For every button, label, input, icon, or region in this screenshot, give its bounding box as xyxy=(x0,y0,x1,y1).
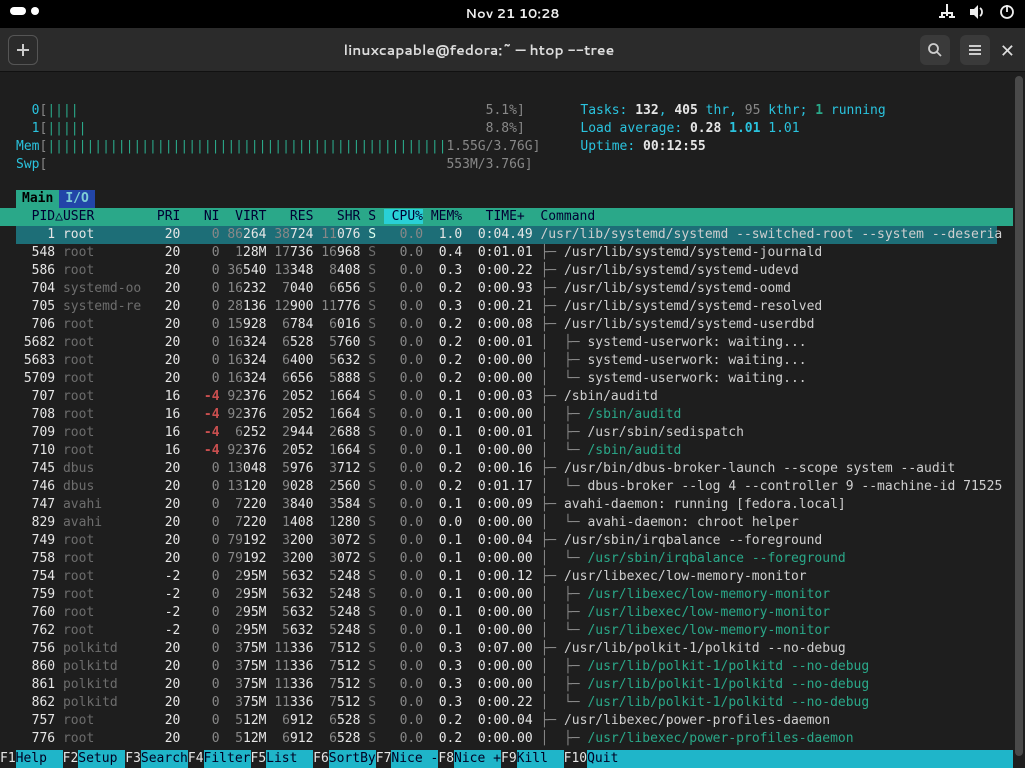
terminal-scrollbar-thumb[interactable] xyxy=(1015,76,1023,756)
process-row[interactable]: 747 avahi 20 0 7220 3840 3584 S 0.0 0.1 … xyxy=(16,496,997,514)
process-row[interactable]: 758 root 20 0 79192 3200 3072 S 0.0 0.1 … xyxy=(16,550,997,568)
power-icon xyxy=(999,4,1015,20)
flabel-F1[interactable]: Help xyxy=(16,750,63,768)
process-row[interactable]: 756 polkitd 20 0 375M 11336 7512 S 0.0 0… xyxy=(16,640,997,658)
menu-button[interactable] xyxy=(960,35,990,65)
flabel-F5[interactable]: List xyxy=(266,750,313,768)
process-row[interactable]: 749 root 20 0 79192 3200 3072 S 0.0 0.1 … xyxy=(16,532,997,550)
activities-dot-icon xyxy=(31,7,39,15)
process-row[interactable]: 829 avahi 20 0 7220 1408 1280 S 0.0 0.0 … xyxy=(16,514,997,532)
process-row[interactable]: 760 root -2 0 295M 5632 5248 S 0.0 0.1 0… xyxy=(16,604,997,622)
process-row[interactable]: 709 root 16 -4 6252 2944 2688 S 0.0 0.1 … xyxy=(16,424,997,442)
clock-label[interactable]: Nov 21 10:28 xyxy=(465,5,559,23)
flabel-F9[interactable]: Kill xyxy=(517,750,564,768)
process-row[interactable]: 776 root 20 0 512M 6912 6528 S 0.0 0.2 0… xyxy=(16,730,997,748)
fkey-F7: F7 xyxy=(376,750,392,768)
process-row[interactable]: 745 dbus 20 0 13048 5976 3712 S 0.0 0.2 … xyxy=(16,460,997,478)
process-row[interactable]: 704 systemd-oo 20 0 16232 7040 6656 S 0.… xyxy=(16,280,997,298)
process-row[interactable]: 707 root 16 -4 92376 2052 1664 S 0.0 0.1… xyxy=(16,388,997,406)
flabel-F10[interactable]: Quit xyxy=(587,750,634,768)
process-row[interactable]: 706 root 20 0 15928 6784 6016 S 0.0 0.2 … xyxy=(16,316,997,334)
new-tab-button[interactable] xyxy=(8,35,38,65)
flabel-F2[interactable]: Setup xyxy=(78,750,125,768)
fkey-F10: F10 xyxy=(564,750,587,768)
process-row[interactable]: 710 root 16 -4 92376 2052 1664 S 0.0 0.1… xyxy=(16,442,997,460)
network-icon xyxy=(939,4,955,20)
process-row[interactable]: 5682 root 20 0 16324 6528 5760 S 0.0 0.2… xyxy=(16,334,997,352)
process-row[interactable]: 586 root 20 0 36540 13348 8408 S 0.0 0.3… xyxy=(16,262,997,280)
process-row[interactable]: 861 polkitd 20 0 375M 11336 7512 S 0.0 0… xyxy=(16,676,997,694)
flabel-F3[interactable]: Search xyxy=(141,750,188,768)
flabel-F8[interactable]: Nice + xyxy=(454,750,501,768)
process-row[interactable]: 5709 root 20 0 16324 6656 5888 S 0.0 0.2… xyxy=(16,370,997,388)
terminal-titlebar: linuxcapable@fedora:~ — htop --tree ✕ xyxy=(0,28,1025,72)
fkey-F1: F1 xyxy=(0,750,16,768)
tab-main[interactable]: Main xyxy=(16,190,59,208)
fkey-F8: F8 xyxy=(438,750,454,768)
terminal-area: 0[|||| 5.1%] 1[||||| 8.8%] Mem[|||||||||… xyxy=(0,72,1025,768)
process-row[interactable]: 757 root 20 0 512M 6912 6528 S 0.0 0.2 0… xyxy=(16,712,997,730)
fkey-F4: F4 xyxy=(188,750,204,768)
fkey-F2: F2 xyxy=(63,750,79,768)
flabel-F6[interactable]: SortBy xyxy=(329,750,376,768)
flabel-F4[interactable]: Filter xyxy=(204,750,251,768)
flabel-F7[interactable]: Nice - xyxy=(391,750,438,768)
process-row[interactable]: 762 root -2 0 295M 5632 5248 S 0.0 0.1 0… xyxy=(16,622,997,640)
fkey-F3: F3 xyxy=(125,750,141,768)
process-row[interactable]: 860 polkitd 20 0 375M 11336 7512 S 0.0 0… xyxy=(16,658,997,676)
activities-indicator[interactable] xyxy=(10,7,39,15)
process-row[interactable]: 754 root -2 0 295M 5632 5248 S 0.0 0.1 0… xyxy=(16,568,997,586)
activities-pill-icon xyxy=(10,7,26,15)
system-tray[interactable] xyxy=(939,4,1015,20)
process-row[interactable]: 746 dbus 20 0 13120 9028 2560 S 0.0 0.2 … xyxy=(16,478,997,496)
htop-screen-tabs: MainI/O xyxy=(0,180,1013,208)
process-row[interactable]: 1 root 20 0 86264 38724 11076 S 0.0 1.0 … xyxy=(16,226,997,244)
process-row[interactable]: 548 root 20 0 128M 17736 16968 S 0.0 0.4… xyxy=(16,244,997,262)
tab-io[interactable]: I/O xyxy=(59,190,94,208)
process-row[interactable]: 5683 root 20 0 16324 6400 5632 S 0.0 0.2… xyxy=(16,352,997,370)
fkey-F9: F9 xyxy=(501,750,517,768)
process-row[interactable]: 708 root 16 -4 92376 2052 1664 S 0.0 0.1… xyxy=(16,406,997,424)
gnome-topbar: Nov 21 10:28 xyxy=(0,0,1025,28)
process-table[interactable]: 1 root 20 0 86264 38724 11076 S 0.0 1.0 … xyxy=(0,226,1013,748)
process-row[interactable]: 705 systemd-re 20 0 28136 12900 11776 S … xyxy=(16,298,997,316)
process-row[interactable]: 759 root -2 0 295M 5632 5248 S 0.0 0.1 0… xyxy=(16,586,997,604)
volume-icon xyxy=(969,4,985,20)
close-button[interactable]: ✕ xyxy=(1000,41,1015,59)
fkey-F6: F6 xyxy=(313,750,329,768)
column-header-row[interactable]: PID△USER PRI NI VIRT RES SHR S CPU% MEM%… xyxy=(0,208,1013,226)
fkey-F5: F5 xyxy=(251,750,267,768)
window-title: linuxcapable@fedora:~ — htop --tree xyxy=(38,41,920,59)
footer-bar[interactable]: F1Help F2Setup F3SearchF4FilterF5List F6… xyxy=(0,750,1013,768)
htop-meters: 0[|||| 5.1%] 1[||||| 8.8%] Mem[|||||||||… xyxy=(0,72,1013,180)
process-row[interactable]: 862 polkitd 20 0 375M 11336 7512 S 0.0 0… xyxy=(16,694,997,712)
search-button[interactable] xyxy=(920,35,950,65)
